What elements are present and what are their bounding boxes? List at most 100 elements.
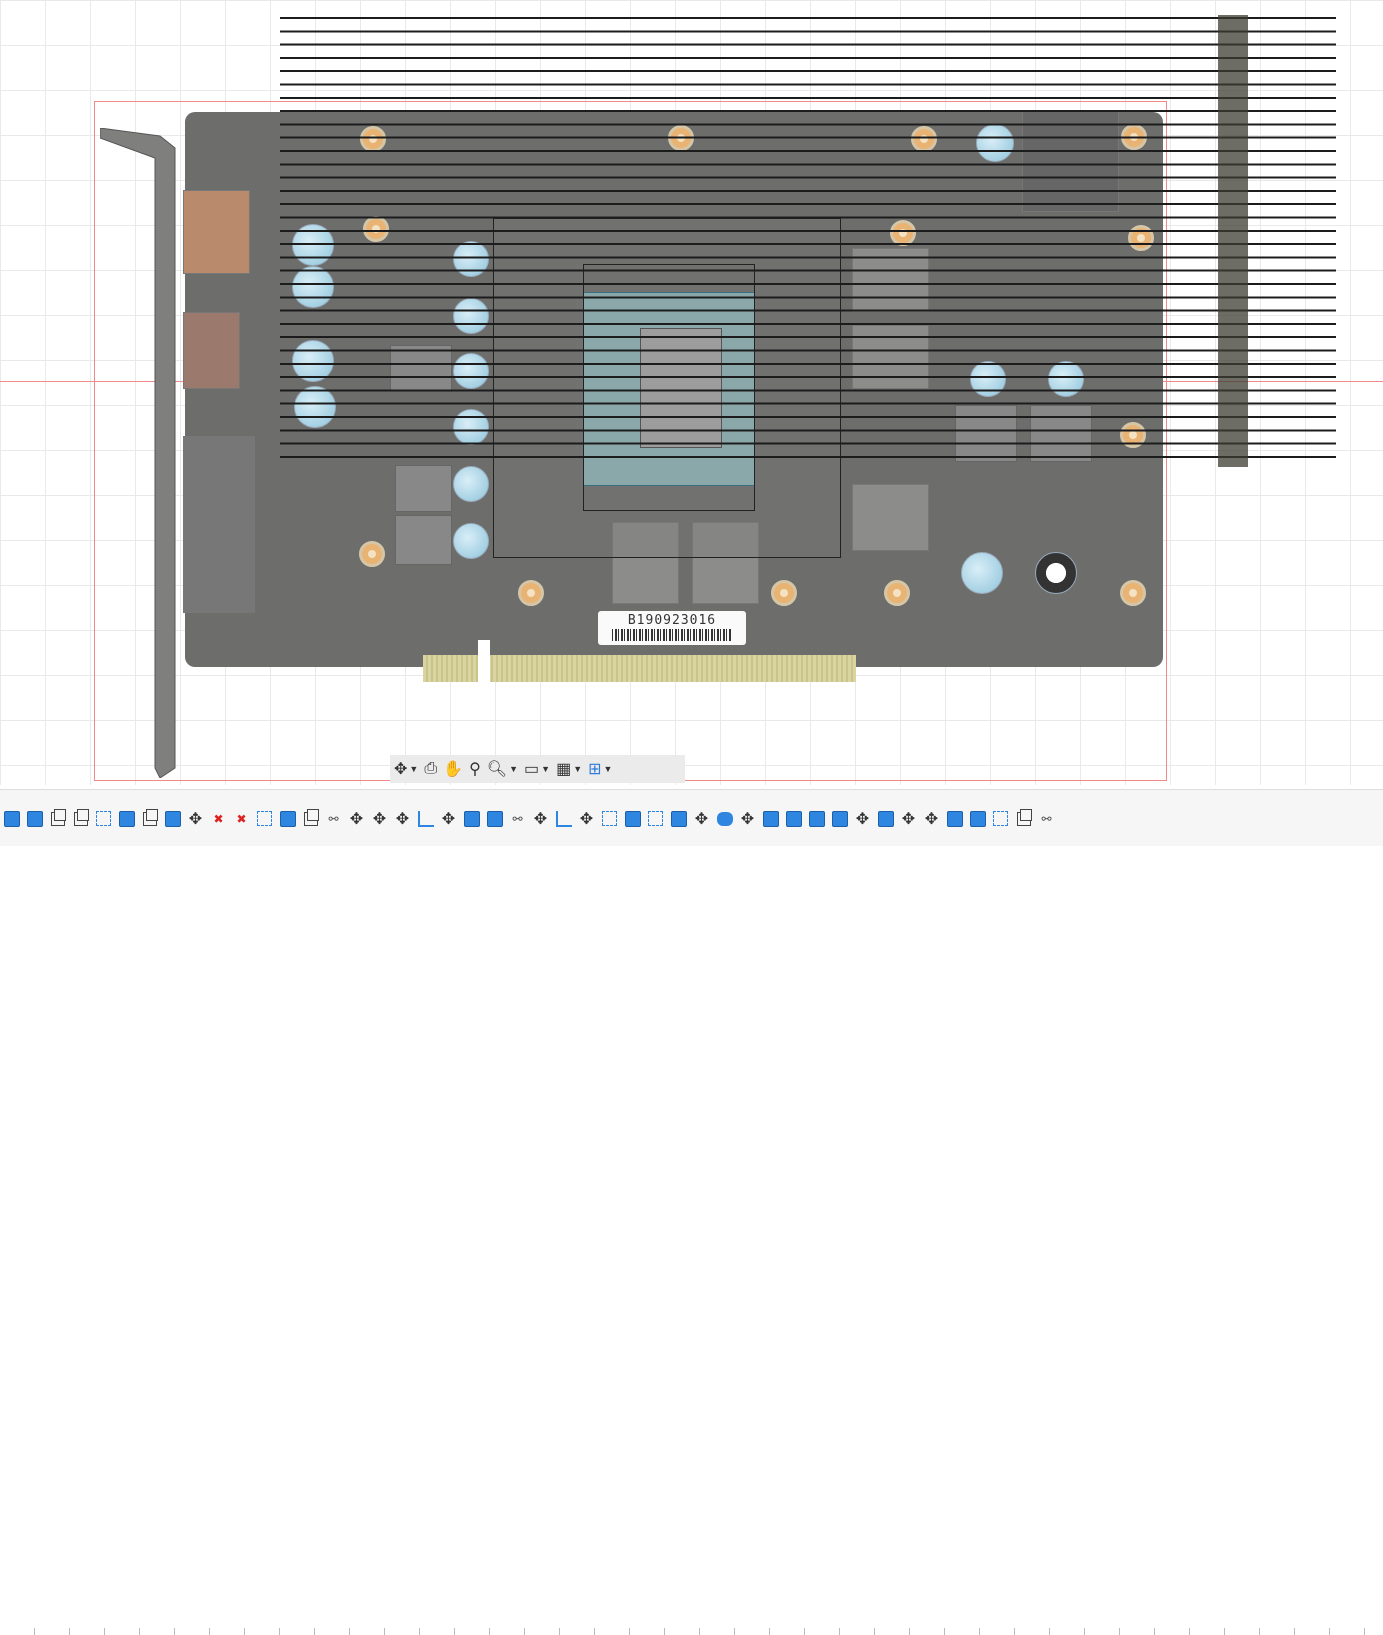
move-icon: ✥ — [924, 810, 939, 828]
joint-icon: ⚯ — [1041, 811, 1052, 826]
timeline-item[interactable] — [807, 809, 826, 828]
sketch-icon — [648, 811, 663, 826]
timeline-item[interactable]: ✥ — [439, 809, 458, 828]
timeline-item[interactable]: ✥ — [577, 809, 596, 828]
timeline-item[interactable]: ✥ — [347, 809, 366, 828]
body-icon — [486, 810, 503, 827]
timeline-item[interactable]: ⚯ — [1037, 809, 1056, 828]
viewports-button[interactable]: ⊞ ▼ — [588, 757, 612, 781]
timeline-item[interactable] — [646, 809, 665, 828]
timeline-item[interactable]: ✥ — [186, 809, 205, 828]
heatsink-fin-array[interactable] — [280, 14, 1336, 469]
chevron-down-icon: ▼ — [509, 764, 519, 774]
sketch-icon — [993, 811, 1008, 826]
timeline-item[interactable] — [715, 809, 734, 828]
joint-icon: ⚯ — [512, 811, 523, 826]
align-icon — [555, 810, 572, 827]
move-icon: ✥ — [855, 810, 870, 828]
timeline-item[interactable]: ✥ — [393, 809, 412, 828]
timeline-item[interactable]: ✥ — [922, 809, 941, 828]
timeline-item[interactable] — [991, 809, 1010, 828]
timeline-item[interactable] — [968, 809, 987, 828]
pan-button[interactable]: ✋ — [443, 757, 463, 781]
component-icon — [303, 808, 319, 826]
chevron-down-icon: ▼ — [603, 764, 613, 774]
timeline-item[interactable] — [784, 809, 803, 828]
serial-number: B190923016 — [627, 613, 717, 628]
timeline-item[interactable] — [554, 809, 573, 828]
body-icon — [670, 810, 687, 827]
body-icon — [279, 810, 296, 827]
body-icon — [26, 810, 43, 827]
pan-hand-icon: ✋ — [443, 761, 464, 778]
timeline-item[interactable] — [830, 809, 849, 828]
timeline-item[interactable] — [255, 809, 274, 828]
body-icon — [946, 810, 963, 827]
mounting-hole — [884, 580, 910, 606]
move-icon: ✥ — [188, 810, 203, 828]
capacitor — [961, 552, 1003, 594]
timeline-item[interactable] — [761, 809, 780, 828]
move-icon: ✥ — [901, 810, 916, 828]
mounting-hole — [771, 580, 797, 606]
timeline-item[interactable] — [140, 808, 159, 828]
timeline-item[interactable] — [600, 809, 619, 828]
timeline-item[interactable]: ✖ — [232, 809, 251, 828]
grid-settings-icon: ▦ — [556, 761, 572, 778]
fit-button[interactable]: 🔍︎ ▼ — [487, 757, 518, 781]
timeline-item[interactable] — [48, 808, 67, 828]
timeline-item[interactable]: ✥ — [853, 809, 872, 828]
sketch-icon — [602, 811, 617, 826]
body-icon — [118, 810, 135, 827]
look-at-button[interactable]: ⎙ — [424, 757, 437, 781]
fin-connector-strip — [1218, 15, 1248, 467]
timeline-item[interactable] — [1014, 808, 1033, 828]
timeline-item[interactable]: ✥ — [899, 809, 918, 828]
timeline-item[interactable]: ✥ — [738, 809, 757, 828]
timeline-item[interactable] — [623, 809, 642, 828]
timeline-item[interactable] — [416, 809, 435, 828]
body-icon — [463, 810, 480, 827]
timeline-item[interactable] — [163, 809, 182, 828]
io-bracket — [100, 128, 176, 778]
timeline-item[interactable]: ⚯ — [324, 809, 343, 828]
timeline-item[interactable]: ✥ — [692, 809, 711, 828]
orbit-icon: ✥ — [394, 761, 408, 778]
timeline-item[interactable]: ✖ — [209, 809, 228, 828]
capacitor — [453, 523, 489, 559]
fit-zoom-icon: 🔍︎ — [486, 761, 508, 778]
zoom-button[interactable]: ⚲ — [469, 757, 481, 781]
timeline-item[interactable] — [94, 809, 113, 828]
grid-settings-button[interactable]: ▦ ▼ — [556, 757, 582, 781]
timeline-item[interactable] — [25, 809, 44, 828]
timeline-item[interactable] — [2, 809, 21, 828]
timeline-item[interactable] — [876, 809, 895, 828]
vram-chip — [852, 484, 929, 551]
timeline-item[interactable] — [71, 808, 90, 828]
move-icon: ✥ — [395, 810, 410, 828]
capacitor — [1035, 552, 1077, 594]
timeline-item[interactable]: ✥ — [531, 809, 550, 828]
design-canvas[interactable]: B190923016 ✥ ▼ ⎙ ✋ ⚲ 🔍︎ ▼ ▭ ▼ ▦ ▼ ⊞ ▼ — [0, 0, 1383, 785]
orbit-button[interactable]: ✥ ▼ — [394, 757, 418, 781]
cylinder-icon — [716, 811, 733, 826]
timeline-item[interactable] — [301, 808, 320, 828]
view-toolbar: ✥ ▼ ⎙ ✋ ⚲ 🔍︎ ▼ ▭ ▼ ▦ ▼ ⊞ ▼ — [390, 755, 685, 783]
timeline-item[interactable]: ⚯ — [508, 809, 527, 828]
timeline-item[interactable] — [278, 809, 297, 828]
component-icon — [73, 808, 89, 826]
move-icon: ✥ — [372, 810, 387, 828]
timeline-item[interactable]: ✥ — [370, 809, 389, 828]
chevron-down-icon: ▼ — [541, 764, 551, 774]
timeline-item[interactable] — [669, 809, 688, 828]
timeline-item[interactable] — [945, 809, 964, 828]
dvi-port — [183, 436, 255, 613]
body-icon — [785, 810, 802, 827]
timeline-item[interactable] — [117, 809, 136, 828]
hdmi-port — [183, 190, 250, 274]
sketch-icon — [257, 811, 272, 826]
timeline-item[interactable] — [462, 809, 481, 828]
serial-label: B190923016 — [598, 611, 746, 645]
timeline-item[interactable] — [485, 809, 504, 828]
display-settings-button[interactable]: ▭ ▼ — [524, 757, 550, 781]
